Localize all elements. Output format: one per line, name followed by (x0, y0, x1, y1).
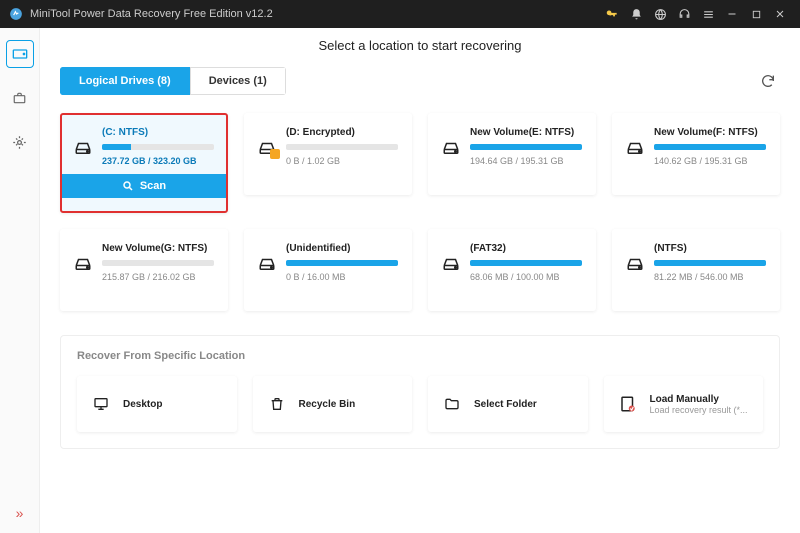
drive-size: 237.72 GB / 323.20 GB (102, 156, 214, 166)
sidebar: » (0, 28, 40, 533)
drive-label: New Volume(G: NTFS) (102, 243, 214, 254)
drive-card[interactable]: New Volume(G: NTFS) 215.87 GB / 216.02 GB (60, 229, 228, 311)
drive-label: (D: Encrypted) (286, 127, 398, 138)
minimize-icon[interactable] (720, 2, 744, 26)
location-manual-sub: Load recovery result (*... (650, 405, 748, 415)
drive-size: 0 B / 1.02 GB (286, 156, 398, 166)
close-icon[interactable] (768, 2, 792, 26)
trash-icon (267, 394, 287, 414)
drive-card[interactable]: (C: NTFS) 237.72 GB / 323.20 GB Scan (60, 113, 228, 213)
window-title: MiniTool Power Data Recovery Free Editio… (30, 8, 600, 20)
drive-icon (258, 141, 276, 155)
drive-label: (Unidentified) (286, 243, 398, 254)
location-recycle-bin[interactable]: Recycle Bin (253, 376, 413, 432)
drive-label: (FAT32) (470, 243, 582, 254)
drive-icon (626, 141, 644, 155)
drive-icon (442, 257, 460, 271)
location-folder-label: Select Folder (474, 399, 537, 410)
maximize-icon[interactable] (744, 2, 768, 26)
menu-icon[interactable] (696, 2, 720, 26)
sidebar-item-briefcase[interactable] (6, 84, 34, 112)
key-icon[interactable] (600, 2, 624, 26)
usage-bar (102, 260, 214, 266)
drive-card[interactable]: New Volume(F: NTFS) 140.62 GB / 195.31 GB (612, 113, 780, 195)
drive-icon (626, 257, 644, 271)
page-heading: Select a location to start recovering (60, 28, 780, 67)
usage-bar (286, 260, 398, 266)
usage-bar (286, 144, 398, 150)
globe-icon[interactable] (648, 2, 672, 26)
drive-size: 140.62 GB / 195.31 GB (654, 156, 766, 166)
tab-devices[interactable]: Devices (1) (190, 67, 286, 95)
folder-icon (442, 394, 462, 414)
drive-card[interactable]: (FAT32) 68.06 MB / 100.00 MB (428, 229, 596, 311)
drive-card[interactable]: (NTFS) 81.22 MB / 546.00 MB (612, 229, 780, 311)
location-recycle-label: Recycle Bin (299, 399, 356, 410)
sidebar-item-recover[interactable] (6, 40, 34, 68)
desktop-icon (91, 394, 111, 414)
scan-label: Scan (140, 180, 166, 192)
sidebar-expand-icon[interactable]: » (16, 505, 24, 521)
location-manual-label: Load Manually (650, 394, 748, 405)
specific-location-section: Recover From Specific Location Desktop R… (60, 335, 780, 449)
usage-bar (102, 144, 214, 150)
load-icon (618, 394, 638, 414)
lock-icon (270, 149, 280, 159)
drive-grid: (C: NTFS) 237.72 GB / 323.20 GB Scan (D: En… (60, 113, 780, 311)
drive-size: 0 B / 16.00 MB (286, 272, 398, 282)
drive-card[interactable]: (D: Encrypted) 0 B / 1.02 GB (244, 113, 412, 195)
drive-icon (74, 257, 92, 271)
drive-size: 194.64 GB / 195.31 GB (470, 156, 582, 166)
usage-bar (654, 144, 766, 150)
drive-tabs: Logical Drives (8) Devices (1) (60, 67, 286, 95)
app-logo-icon (8, 6, 24, 22)
bell-icon[interactable] (624, 2, 648, 26)
sidebar-item-settings[interactable] (6, 128, 34, 156)
location-load-manually[interactable]: Load Manually Load recovery result (*... (604, 376, 764, 432)
drive-label: (C: NTFS) (102, 127, 214, 138)
drive-label: New Volume(F: NTFS) (654, 127, 766, 138)
drive-icon (442, 141, 460, 155)
drive-size: 215.87 GB / 216.02 GB (102, 272, 214, 282)
refresh-icon[interactable] (756, 69, 780, 93)
specific-location-title: Recover From Specific Location (77, 350, 763, 362)
headset-icon[interactable] (672, 2, 696, 26)
drive-label: (NTFS) (654, 243, 766, 254)
drive-icon (74, 141, 92, 155)
usage-bar (470, 144, 582, 150)
scan-button[interactable]: Scan (62, 174, 226, 198)
drive-size: 81.22 MB / 546.00 MB (654, 272, 766, 282)
drive-card[interactable]: (Unidentified) 0 B / 16.00 MB (244, 229, 412, 311)
tab-logical-drives[interactable]: Logical Drives (8) (60, 67, 190, 95)
location-select-folder[interactable]: Select Folder (428, 376, 588, 432)
drive-icon (258, 257, 276, 271)
drive-size: 68.06 MB / 100.00 MB (470, 272, 582, 282)
usage-bar (654, 260, 766, 266)
drive-card[interactable]: New Volume(E: NTFS) 194.64 GB / 195.31 GB (428, 113, 596, 195)
location-desktop[interactable]: Desktop (77, 376, 237, 432)
usage-bar (470, 260, 582, 266)
drive-label: New Volume(E: NTFS) (470, 127, 582, 138)
location-desktop-label: Desktop (123, 399, 162, 410)
